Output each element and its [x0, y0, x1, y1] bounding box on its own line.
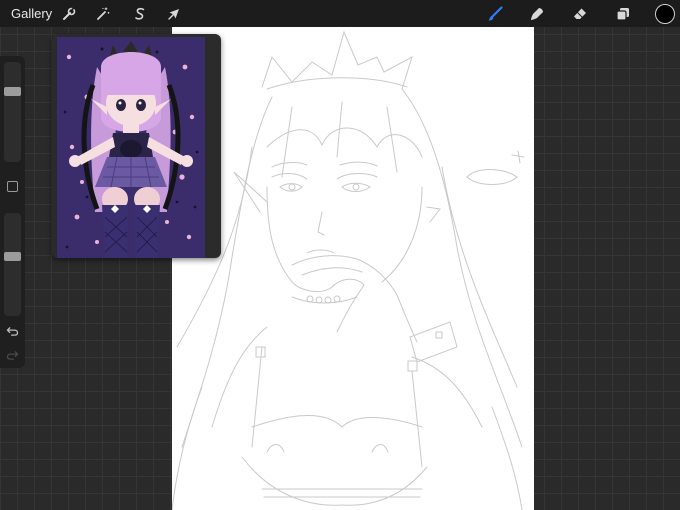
brush-size-slider[interactable] [4, 62, 21, 162]
adjustments-button[interactable] [92, 3, 114, 25]
wrench-icon [63, 7, 76, 20]
smudge-icon [531, 8, 543, 20]
magic-wand-icon [97, 7, 110, 20]
selection-button[interactable] [129, 3, 151, 25]
selection-s-icon [135, 7, 145, 20]
eraser-tool-button[interactable] [569, 3, 591, 25]
redo-icon [6, 350, 19, 360]
gallery-button[interactable]: Gallery [11, 6, 52, 21]
undo-icon [6, 326, 19, 336]
brush-tool-button[interactable] [484, 3, 506, 25]
drawing-canvas[interactable] [172, 27, 534, 510]
left-sidebar [0, 56, 25, 368]
layers-button[interactable] [612, 3, 634, 25]
layers-icon [616, 8, 629, 21]
reference-window[interactable] [52, 34, 221, 258]
undo-button[interactable] [5, 324, 20, 338]
reference-artwork [57, 37, 205, 258]
smudge-tool-button[interactable] [526, 3, 548, 25]
reference-image [57, 37, 205, 258]
opacity-slider[interactable] [4, 213, 21, 316]
modify-button[interactable] [7, 181, 18, 192]
brush-icon [488, 6, 503, 21]
transform-button[interactable] [163, 3, 185, 25]
top-toolbar: Gallery [0, 0, 680, 27]
actions-button[interactable] [58, 3, 80, 25]
eraser-icon [574, 8, 586, 19]
arrow-cursor-icon [168, 9, 179, 20]
opacity-handle[interactable] [4, 252, 21, 261]
brush-size-handle[interactable] [4, 87, 21, 96]
color-swatch[interactable] [655, 4, 675, 24]
redo-button[interactable] [5, 348, 20, 362]
sketch-drawing [172, 30, 525, 510]
